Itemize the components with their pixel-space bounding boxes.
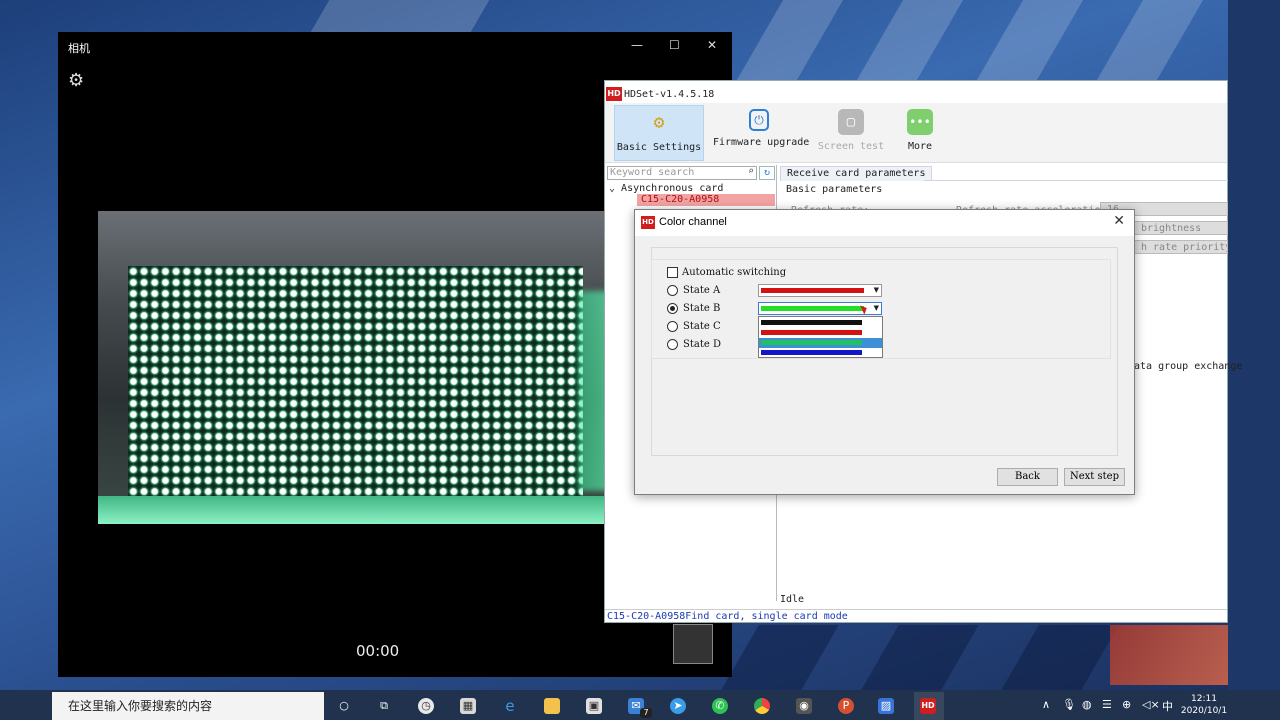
color-swatch [761,306,864,311]
dialog-titlebar: HD Color channel ✕ [635,210,1134,236]
dropdown-arrow-icon: ▼ [873,286,879,294]
close-button[interactable]: ✕ [707,38,717,52]
store-icon[interactable]: ▣ [586,698,602,714]
screen-icon: ▢ [838,109,864,135]
search-icon: ⌕ [747,166,754,177]
automatic-switching-checkbox[interactable] [667,267,678,278]
network-app-icon[interactable]: ◍ [1082,698,1092,711]
camera-icon[interactable]: ◉ [796,698,812,714]
refresh-icon[interactable]: ↻ [759,166,775,180]
chip-icon: ⏻ [749,109,769,131]
clock-app-icon[interactable]: ◷ [418,698,434,714]
camera-preview [98,211,658,524]
color-option-blue[interactable] [759,348,882,358]
minimize-button[interactable]: — [631,38,643,52]
state-d-radio[interactable] [667,339,678,350]
ime-indicator[interactable]: 中 [1162,698,1173,714]
task-view-icon[interactable]: ⧉ [376,698,392,714]
powerpoint-icon[interactable]: P [838,698,854,714]
mail-badge: 7 [640,708,652,718]
hd-logo: HD [641,216,655,229]
screen-test-button[interactable]: ▢ Screen test [815,105,887,161]
wechat-icon[interactable]: ✆ [712,698,728,714]
color-swatch [761,288,864,293]
microphone-icon[interactable]: 🎙 [1062,698,1076,711]
color-option-black[interactable] [759,318,882,328]
clock-time: 12:11 [1191,694,1217,704]
tab-receive-card-parameters[interactable]: Receive card parameters [780,166,933,181]
color-option-green[interactable] [759,338,882,348]
clock-date: 2020/10/1 [1180,706,1228,716]
state-a-color-select[interactable]: ▼ [758,284,882,297]
status-bar: C15-C20-A0958Find card, single card mode [605,609,1227,623]
more-button[interactable]: ••• More [898,105,942,161]
hdset-titlebar: HD HDSet-v1.4.5.18 [605,81,1227,103]
hdset-title: HDSet-v1.4.5.18 [624,89,715,100]
capture-thumbnail[interactable] [673,624,713,664]
calculator-icon[interactable]: ▦ [460,698,476,714]
feedback-icon[interactable]: ➤ [670,698,686,714]
automatic-switching-label: Automatic switching [682,267,787,278]
photos-icon[interactable]: ▨ [878,698,894,714]
taskbar-search-input[interactable]: 在这里输入你要搜索的内容 [52,692,324,720]
edge-icon[interactable]: e [502,698,518,714]
toolbar: ⚙ Basic Settings ⏻ Firmware upgrade ▢ Sc… [605,103,1227,163]
taskbar: 在这里输入你要搜索的内容 ○ ⧉ ◷ ▦ e ▣ ✉ 7 ➤ ✆ ◉ P ▨ H… [0,690,1280,720]
volume-icon[interactable]: ◁× [1142,698,1160,711]
tree-node-card[interactable]: C15-C20-A0958 [637,194,775,206]
chrome-icon[interactable] [754,698,770,714]
dropdown-arrow-icon: ▼ [873,304,879,312]
chevron-down-icon: ⌄ [609,183,622,194]
close-icon[interactable]: ✕ [1113,213,1125,229]
cortana-icon[interactable]: ○ [336,698,352,714]
clock[interactable]: 12:11 2020/10/1 [1180,693,1228,717]
color-option-red[interactable] [759,328,882,338]
state-b-radio[interactable] [667,303,678,314]
next-step-button[interactable]: Next step [1064,468,1125,486]
recording-timer: 00:00 [356,642,400,660]
state-a-radio[interactable] [667,285,678,296]
hdset-icon: HD [920,698,936,714]
explorer-icon[interactable] [544,698,560,714]
gear-icon[interactable]: ⚙ [68,70,84,91]
basic-settings-button[interactable]: ⚙ Basic Settings [614,105,704,161]
keyword-search-input[interactable]: Keyword search ⌕ [607,166,757,180]
led-panel-image [128,266,583,496]
start-icon[interactable] [10,696,30,716]
tree-node-asynchronous-card[interactable]: ⌄ Asynchronous card [609,183,723,194]
firmware-upgrade-button[interactable]: ⏻ Firmware upgrade [713,105,809,161]
section-heading: Basic parameters [786,184,883,195]
gear-icon: ⚙ [653,112,665,133]
camera-title: 相机 [68,42,90,55]
chevron-up-icon[interactable]: ∧ [1042,698,1050,711]
maximize-button[interactable]: ☐ [669,38,680,52]
idle-status: Idle [780,594,805,605]
state-c-radio[interactable] [667,321,678,332]
color-dropdown-list [758,316,883,358]
dialog-title: Color channel [659,216,727,228]
wifi-icon[interactable]: ☰ [1102,698,1112,711]
more-icon: ••• [907,109,933,135]
globe-icon[interactable]: ⊕ [1122,698,1131,711]
color-channel-dialog: HD Color channel ✕ Automatic switching S… [634,209,1135,495]
hd-logo: HD [606,87,622,101]
back-button[interactable]: Back [997,468,1058,486]
